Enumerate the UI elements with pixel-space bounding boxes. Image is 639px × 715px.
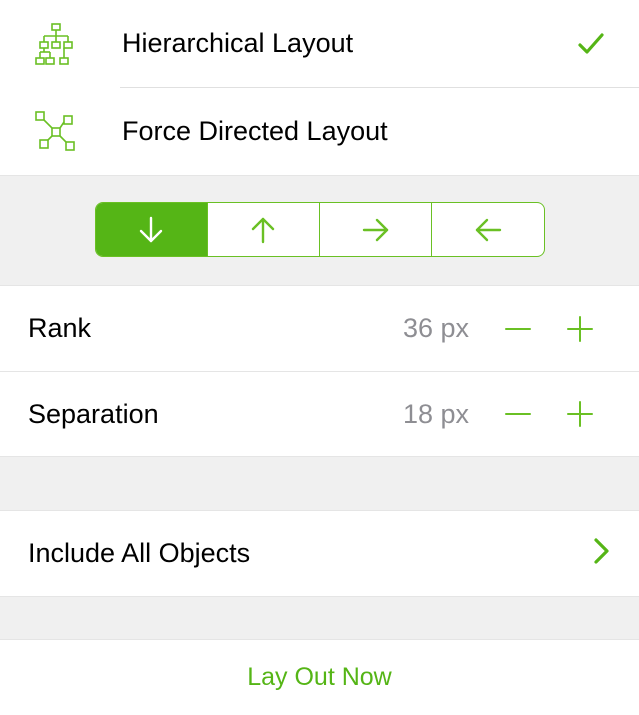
rank-value: 36 px bbox=[403, 313, 469, 344]
arrow-down-icon bbox=[137, 215, 165, 245]
include-label: Include All Objects bbox=[28, 538, 593, 569]
minus-icon bbox=[500, 311, 536, 347]
action-label: Lay Out Now bbox=[247, 663, 392, 692]
direction-down-button[interactable] bbox=[96, 203, 207, 256]
section-gap bbox=[0, 456, 639, 511]
rank-label: Rank bbox=[28, 313, 403, 344]
layout-option-force-directed[interactable]: Force Directed Layout bbox=[0, 88, 639, 175]
direction-right-button[interactable] bbox=[319, 203, 431, 256]
rank-increment-button[interactable] bbox=[549, 308, 611, 350]
checkmark-icon bbox=[571, 29, 611, 59]
separation-decrement-button[interactable] bbox=[487, 393, 549, 435]
arrow-left-icon bbox=[473, 216, 503, 244]
direction-section bbox=[0, 175, 639, 286]
direction-left-button[interactable] bbox=[431, 203, 543, 256]
separation-label: Separation bbox=[28, 399, 403, 430]
chevron-right-icon bbox=[593, 537, 611, 570]
force-directed-icon bbox=[28, 110, 84, 154]
layout-option-label: Hierarchical Layout bbox=[122, 28, 571, 59]
separation-value: 18 px bbox=[403, 399, 469, 430]
lay-out-now-button[interactable]: Lay Out Now bbox=[0, 640, 639, 715]
hierarchical-icon bbox=[28, 22, 84, 66]
rank-spacing-row: Rank 36 px bbox=[0, 286, 639, 371]
section-gap bbox=[0, 596, 639, 640]
minus-icon bbox=[500, 396, 536, 432]
arrow-right-icon bbox=[361, 216, 391, 244]
plus-icon bbox=[562, 311, 598, 347]
arrow-up-icon bbox=[249, 215, 277, 245]
rank-decrement-button[interactable] bbox=[487, 308, 549, 350]
direction-up-button[interactable] bbox=[207, 203, 319, 256]
layout-type-list: Hierarchical Layout bbox=[0, 0, 639, 175]
layout-option-hierarchical[interactable]: Hierarchical Layout bbox=[0, 0, 639, 87]
plus-icon bbox=[562, 396, 598, 432]
separation-increment-button[interactable] bbox=[549, 393, 611, 435]
direction-segmented-control bbox=[95, 202, 545, 257]
spacing-list: Rank 36 px Separation 18 px bbox=[0, 286, 639, 456]
separation-spacing-row: Separation 18 px bbox=[0, 371, 639, 456]
layout-option-label: Force Directed Layout bbox=[122, 116, 571, 147]
include-all-objects-row[interactable]: Include All Objects bbox=[0, 511, 639, 596]
